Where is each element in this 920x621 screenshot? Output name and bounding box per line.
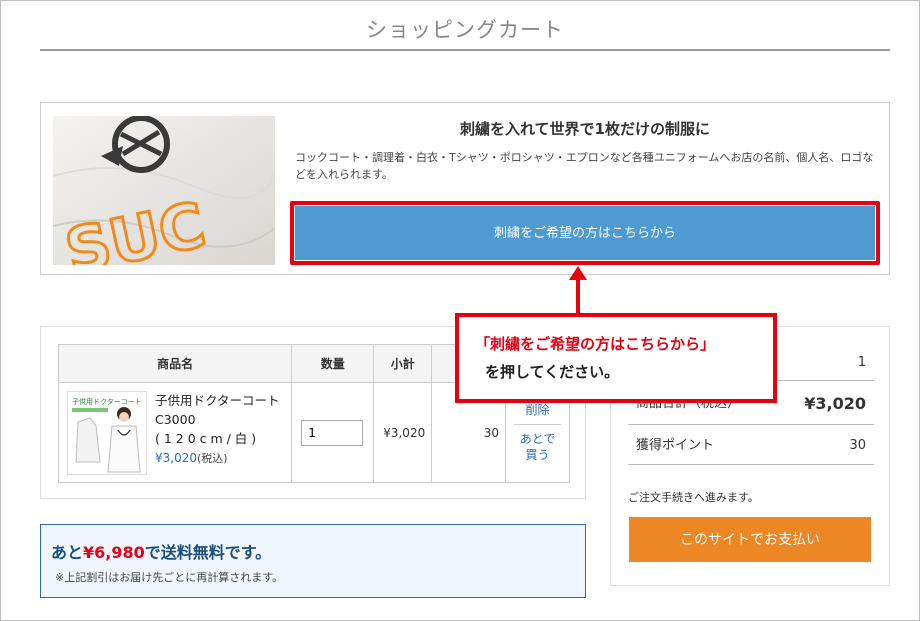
embroidery-title: 刺繍を入れて世界で1枚だけの制服に	[460, 120, 710, 138]
shipping-suffix: で送料無料です。	[144, 543, 272, 562]
header-qty: 数量	[291, 344, 375, 383]
action-divider	[514, 424, 561, 425]
product-thumbnail[interactable]: 子供用ドクターコート	[67, 391, 147, 475]
header-product: 商品名	[57, 344, 293, 383]
summary-points-value: 30	[849, 438, 866, 453]
page-title: ショッピングカート	[366, 18, 564, 42]
instruction-callout: 「刺繍をご希望の方はこちらから」 を押してください。	[455, 313, 777, 403]
embroidery-promo: SUC 刺繍を入れて世界で1枚だけの制服に コックコート・調理着・白衣・Tシャツ…	[40, 102, 890, 275]
summary-points-label: 獲得ポイント	[636, 438, 715, 453]
save-for-later-link[interactable]: あとで買う	[518, 431, 558, 463]
checkout-note: ご注文手続きへ進みます。	[628, 491, 759, 504]
summary-total-value: ¥3,020	[804, 394, 866, 413]
product-info: 子供用ドクターコート C3000 ( 1 2 0 c m / 白 ) ¥3,02…	[155, 391, 292, 468]
shipping-note: ※上記割引はお届け先ごとに再計算されます。	[55, 571, 284, 584]
summary-row-points: 獲得ポイント 30	[628, 427, 874, 465]
callout-line-1: 「刺繍をご希望の方はこちらから」	[475, 335, 716, 353]
pay-on-site-button[interactable]: このサイトでお支払い	[629, 517, 871, 562]
shipping-remaining-amount: ¥6,980	[83, 543, 145, 562]
free-shipping-notice: あと¥6,980で送料無料です。 ※上記割引はお届け先ごとに再計算されます。	[40, 524, 586, 598]
embroidery-image: SUC	[53, 116, 275, 265]
product-variant: ( 1 2 0 c m / 白 )	[155, 431, 257, 446]
shipping-prefix: あと	[51, 543, 84, 562]
delete-link[interactable]: 削除	[506, 402, 569, 418]
embroidery-request-button[interactable]: 刺繍をご希望の方はこちらから	[295, 206, 875, 260]
product-cell: 子供用ドクターコート 子供用ドクターコート C3000 ( 1 2 0 c m …	[57, 382, 293, 483]
doctor-coat-image-icon: 子供用ドクターコート	[68, 392, 146, 474]
arrow-line	[576, 276, 580, 314]
summary-count-value: 1	[857, 355, 866, 370]
quantity-input[interactable]	[301, 419, 364, 446]
shipping-message: あと¥6,980で送料無料です。	[51, 539, 271, 563]
product-tax-note: (税込)	[197, 452, 228, 465]
thumb-title: 子供用ドクターコート	[72, 397, 142, 406]
callout-line-2: を押してください。	[485, 363, 620, 381]
product-name[interactable]: 子供用ドクターコート C3000	[155, 391, 292, 429]
title-divider	[40, 49, 890, 51]
subtotal-cell: ¥3,020	[373, 382, 433, 483]
qty-cell	[291, 382, 375, 483]
header-subtotal: 小計	[373, 344, 433, 383]
embroidery-description: コックコート・調理着・白衣・Tシャツ・ポロシャツ・エプロンなど各種ユニフォームへ…	[295, 151, 874, 181]
embroidery-photo-icon: SUC	[53, 116, 275, 265]
product-price: ¥3,020	[155, 451, 197, 465]
